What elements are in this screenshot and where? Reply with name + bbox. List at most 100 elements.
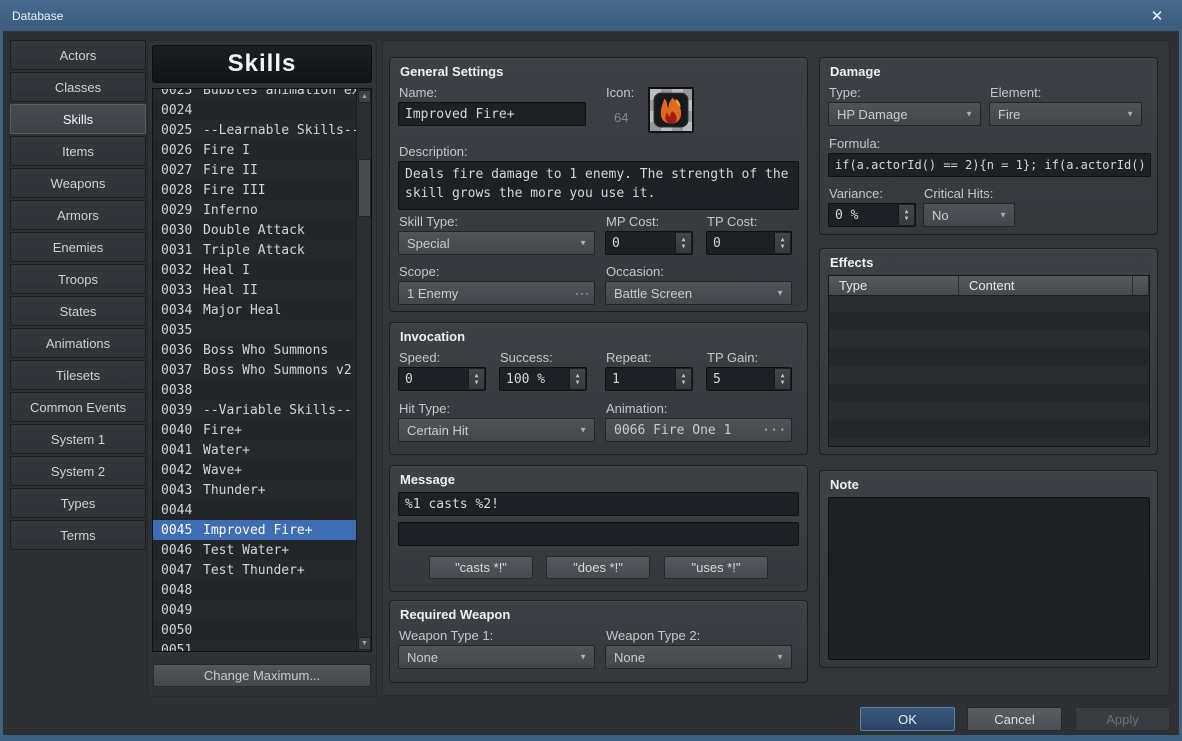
occasion-select[interactable]: Battle Screen ▼ xyxy=(605,281,792,305)
damage-type-select[interactable]: HP Damage ▼ xyxy=(828,102,981,126)
animation-picker[interactable]: 0066 Fire One 1 ··· xyxy=(605,418,792,442)
skill-list-item[interactable]: 0047 Test Thunder+ xyxy=(153,560,356,580)
skill-list-item[interactable]: 0050 xyxy=(153,620,356,640)
sidebar-tab[interactable]: Skills xyxy=(10,104,146,134)
sidebar-tab-label: Enemies xyxy=(53,240,104,255)
list-header: Skills xyxy=(152,45,372,83)
skill-list-item[interactable]: 0033 Heal II xyxy=(153,280,356,300)
skill-list-item[interactable]: 0048 xyxy=(153,580,356,600)
skill-list-rows[interactable]: 0023 Bubbles animation ex 0024 0025 --Le… xyxy=(153,89,356,651)
element-select[interactable]: Fire ▼ xyxy=(989,102,1142,126)
skill-list-item[interactable]: 0025 --Learnable Skills-- xyxy=(153,120,356,140)
sidebar-tab[interactable]: Enemies xyxy=(10,232,146,262)
skill-list-item[interactable]: 0030 Double Attack xyxy=(153,220,356,240)
sidebar-tab[interactable]: Common Events xyxy=(10,392,146,422)
skill-id: 0027 xyxy=(161,163,203,178)
skill-list-item[interactable]: 0040 Fire+ xyxy=(153,420,356,440)
spinner-arrows-icon[interactable]: ▲▼ xyxy=(675,233,691,253)
scroll-down-icon[interactable]: ▼ xyxy=(358,637,371,650)
sidebar-tab[interactable]: Weapons xyxy=(10,168,146,198)
skill-list-item[interactable]: 0027 Fire II xyxy=(153,160,356,180)
sidebar-tab[interactable]: Troops xyxy=(10,264,146,294)
sidebar-tab[interactable]: Terms xyxy=(10,520,146,550)
message-line2-input[interactable] xyxy=(398,522,799,546)
tp-cost-stepper[interactable]: 0 ▲▼ xyxy=(706,231,792,255)
sidebar-tab[interactable]: System 1 xyxy=(10,424,146,454)
repeat-stepper[interactable]: 1 ▲▼ xyxy=(605,367,693,391)
speed-stepper[interactable]: 0 ▲▼ xyxy=(398,367,486,391)
hit-type-select[interactable]: Certain Hit ▼ xyxy=(398,418,595,442)
skill-list-item[interactable]: 0034 Major Heal xyxy=(153,300,356,320)
close-icon[interactable]: ✕ xyxy=(1140,0,1174,31)
formula-input[interactable]: if(a.actorId() == 2){n = 1}; if(a.actorI… xyxy=(828,153,1151,177)
skill-type-select[interactable]: Special ▼ xyxy=(398,231,595,255)
change-maximum-button[interactable]: Change Maximum... xyxy=(153,664,371,687)
skill-list-item[interactable]: 0046 Test Water+ xyxy=(153,540,356,560)
skill-list-item[interactable]: 0043 Thunder+ xyxy=(153,480,356,500)
scrollbar-thumb[interactable] xyxy=(358,159,371,217)
skill-list-item[interactable]: 0028 Fire III xyxy=(153,180,356,200)
skill-list-item[interactable]: 0051 xyxy=(153,640,356,651)
spinner-arrows-icon[interactable]: ▲▼ xyxy=(569,369,585,389)
scope-picker[interactable]: 1 Enemy ··· xyxy=(398,281,595,305)
message-line1-input[interactable]: %1 casts %2! xyxy=(398,492,799,516)
cancel-button[interactable]: Cancel xyxy=(967,707,1062,731)
ok-button[interactable]: OK xyxy=(860,707,955,731)
skill-list-item[interactable]: 0041 Water+ xyxy=(153,440,356,460)
skill-id: 0036 xyxy=(161,343,203,358)
skill-list-item[interactable]: 0032 Heal I xyxy=(153,260,356,280)
skill-list-item[interactable]: 0039 --Variable Skills-- xyxy=(153,400,356,420)
sidebar-tab[interactable]: Classes xyxy=(10,72,146,102)
variance-stepper[interactable]: 0 % ▲▼ xyxy=(828,203,916,227)
sidebar-tab[interactable]: Actors xyxy=(10,40,146,70)
skill-id: 0033 xyxy=(161,283,203,298)
skill-list-item[interactable]: 0049 xyxy=(153,600,356,620)
skill-type-label: Skill Type: xyxy=(399,214,458,229)
spinner-arrows-icon[interactable]: ▲▼ xyxy=(468,369,484,389)
critical-hits-select[interactable]: No ▼ xyxy=(923,203,1015,227)
success-stepper[interactable]: 100 % ▲▼ xyxy=(499,367,587,391)
tp-gain-stepper[interactable]: 5 ▲▼ xyxy=(706,367,792,391)
note-input[interactable] xyxy=(828,497,1150,660)
sidebar-tab[interactable]: System 2 xyxy=(10,456,146,486)
sidebar-tab[interactable]: Items xyxy=(10,136,146,166)
skill-list-item[interactable]: 0044 xyxy=(153,500,356,520)
skill-list-item[interactable]: 0038 xyxy=(153,380,356,400)
sidebar-tab[interactable]: States xyxy=(10,296,146,326)
variance-label: Variance: xyxy=(829,186,883,201)
skill-list-item[interactable]: 0026 Fire I xyxy=(153,140,356,160)
skill-list-item[interactable]: 0024 xyxy=(153,100,356,120)
skill-list-item[interactable]: 0036 Boss Who Summons xyxy=(153,340,356,360)
skill-list-item[interactable]: 0045 Improved Fire+ xyxy=(153,520,356,540)
name-input[interactable]: Improved Fire+ xyxy=(398,102,586,126)
apply-button[interactable]: Apply xyxy=(1075,707,1170,731)
skill-list-item[interactable]: 0037 Boss Who Summons v2 xyxy=(153,360,356,380)
spinner-arrows-icon[interactable]: ▲▼ xyxy=(675,369,691,389)
skill-list-item[interactable]: 0042 Wave+ xyxy=(153,460,356,480)
effects-table[interactable]: Type Content xyxy=(828,275,1150,447)
icon-picker[interactable] xyxy=(648,87,694,133)
skill-name: Heal II xyxy=(203,283,258,298)
skill-list-item[interactable]: 0029 Inferno xyxy=(153,200,356,220)
skill-list-item[interactable]: 0035 xyxy=(153,320,356,340)
sidebar-tab[interactable]: Animations xyxy=(10,328,146,358)
weapon-type1-select[interactable]: None ▼ xyxy=(398,645,595,669)
uses-template-button[interactable]: "uses *!" xyxy=(664,556,768,579)
weapon-type2-select[interactable]: None ▼ xyxy=(605,645,792,669)
casts-template-button[interactable]: "casts *!" xyxy=(429,556,533,579)
spinner-arrows-icon[interactable]: ▲▼ xyxy=(774,369,790,389)
sidebar-tab[interactable]: Types xyxy=(10,488,146,518)
description-input[interactable]: Deals fire damage to 1 enemy. The streng… xyxy=(398,161,799,210)
sidebar-tab[interactable]: Tilesets xyxy=(10,360,146,390)
does-template-button[interactable]: "does *!" xyxy=(546,556,650,579)
skill-name: Fire II xyxy=(203,163,258,178)
skill-list-item[interactable]: 0023 Bubbles animation ex xyxy=(153,89,356,100)
scroll-up-icon[interactable]: ▲ xyxy=(358,90,371,103)
mp-cost-stepper[interactable]: 0 ▲▼ xyxy=(605,231,693,255)
icon-label: Icon: xyxy=(606,85,634,100)
spinner-arrows-icon[interactable]: ▲▼ xyxy=(898,205,914,225)
spinner-arrows-icon[interactable]: ▲▼ xyxy=(774,233,790,253)
skill-list-item[interactable]: 0031 Triple Attack xyxy=(153,240,356,260)
sidebar-tab[interactable]: Armors xyxy=(10,200,146,230)
group-title: Damage xyxy=(830,64,881,79)
